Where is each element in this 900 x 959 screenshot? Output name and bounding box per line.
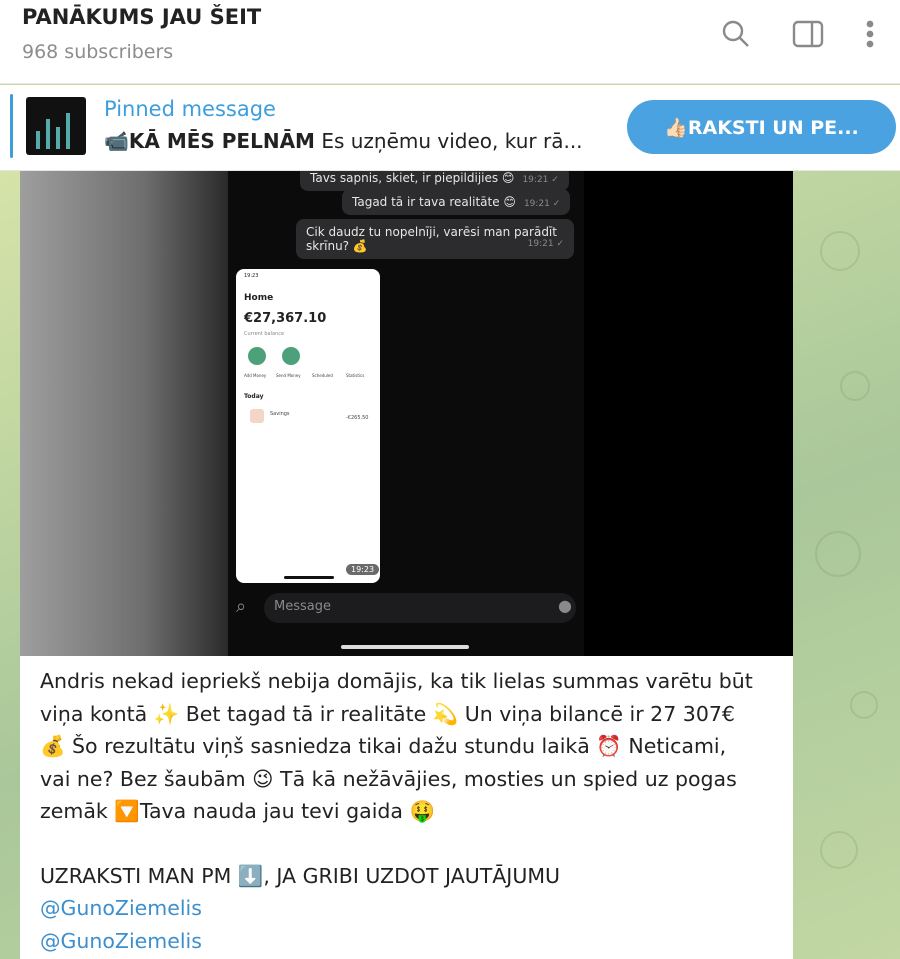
- send-money-icon: [282, 347, 300, 365]
- balance-amount: €27,367.10: [244, 311, 327, 326]
- pinned-thumbnail: [26, 97, 86, 155]
- post-line: viņa kontā ✨ Bet tagad tā ir realitāte 💫…: [40, 701, 735, 726]
- today-heading: Today: [244, 393, 264, 400]
- banking-app-screenshot: 19:23 Home €27,367.10 Current balance Ad…: [236, 269, 380, 583]
- pinned-accent-line: [10, 94, 13, 158]
- home-indicator: [284, 576, 334, 579]
- subscriber-count: 968 subscribers: [22, 41, 174, 63]
- transaction-amount: -€265.50: [346, 415, 369, 421]
- more-vertical-icon[interactable]: [850, 14, 890, 54]
- pinned-preview: 📹KĀ MĒS PELNĀM Es uzņēmu video, kur rā..…: [104, 129, 614, 153]
- transaction-label: Savings: [270, 411, 290, 417]
- phone-screenshot: Tavs sapnis, skiet, ir piepildijies 😊 19:…: [228, 171, 584, 656]
- balance-label: Current balance: [244, 331, 285, 337]
- post-image[interactable]: Tavs sapnis, skiet, ir piepildijies 😊 19:…: [20, 171, 793, 656]
- pinned-title: KĀ MĒS PELNĀM: [128, 129, 315, 153]
- action-label: Add Money: [244, 373, 267, 378]
- mention-link[interactable]: @GunoZiemelis: [40, 892, 775, 925]
- post-line: zemāk 🔽Tava nauda jau tevi gaida 🤑: [40, 799, 436, 823]
- post-line: Andris nekad iepriekš nebija domājis, ka…: [40, 669, 753, 693]
- mention-link[interactable]: @GunoZiemelis: [40, 925, 775, 958]
- post-line: 💰 Šo rezultātu viņš sasniedza tikai dažu…: [40, 734, 727, 758]
- chat-bubble: Tavs sapnis, skiet, ir piepildijies 😊 19:…: [300, 171, 569, 191]
- pinned-action-button[interactable]: 👍🏻RAKSTI UN PE...: [627, 100, 896, 154]
- chat-header: PANĀKUMS JAU ŠEIT 968 subscribers: [0, 0, 900, 84]
- pinned-emoji: 📹: [104, 129, 129, 153]
- chat-bubble: Cik daudz tu nopelnīji, varēsi man parād…: [296, 219, 574, 259]
- screenshot-time: 19:23: [346, 564, 380, 575]
- pinned-label: Pinned message: [104, 97, 276, 121]
- action-label: Scheduled: [312, 373, 333, 378]
- add-money-icon: [248, 347, 266, 365]
- transaction-icon: [250, 409, 264, 423]
- chat-bubble: Tagad tā ir tava realitāte 😊 19:21 ✓: [342, 189, 571, 215]
- action-label: Statistics: [346, 373, 365, 378]
- status-time: 19:23: [244, 273, 259, 279]
- post-text: Andris nekad iepriekš nebija domājis, ka…: [40, 665, 775, 957]
- post-cta: UZRAKSTI MAN PM ⬇️, JA GRIBI UZDOT JAUTĀ…: [40, 863, 561, 888]
- image-blur-left: [20, 171, 228, 656]
- channel-post: Tavs sapnis, skiet, ir piepildijies 😊 19:…: [20, 171, 793, 959]
- post-line: vai ne? Bez šaubām 😉 Tā kā nežāvājies, m…: [40, 766, 737, 791]
- app-home-title: Home: [244, 293, 274, 303]
- attach-icon: ⌕: [236, 596, 247, 617]
- pinned-message-bar[interactable]: Pinned message 📹KĀ MĒS PELNĀM Es uzņēmu …: [0, 85, 900, 171]
- action-label: Send Money: [276, 373, 301, 378]
- pinned-preview-text: Es uzņēmu video, kur rā...: [314, 129, 583, 153]
- search-icon[interactable]: [716, 14, 756, 54]
- phone-message-input: Message: [264, 593, 576, 623]
- sidebar-toggle-icon[interactable]: [788, 14, 828, 54]
- phone-home-bar: [341, 645, 469, 649]
- channel-title[interactable]: PANĀKUMS JAU ŠEIT: [22, 5, 261, 29]
- mic-icon: ●: [558, 596, 572, 615]
